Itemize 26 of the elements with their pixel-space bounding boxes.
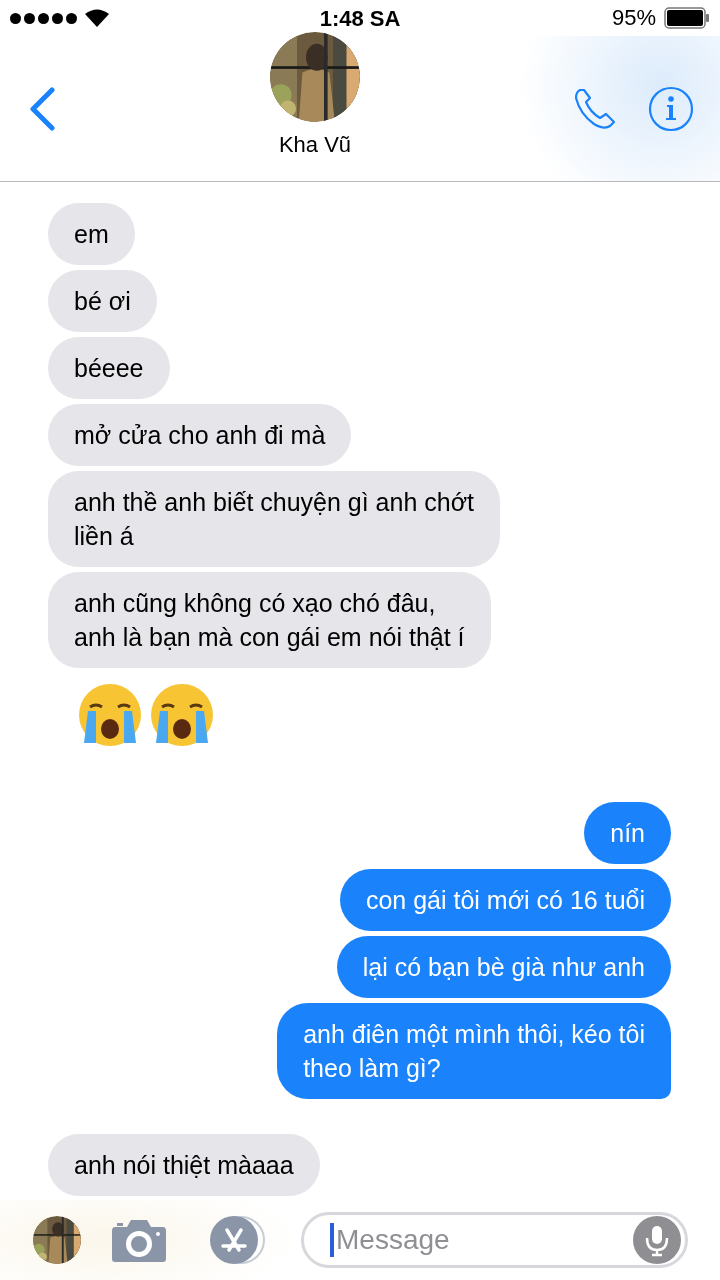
message-bubble: anh thề anh biết chuyện gì anh chớt liền á xyxy=(48,471,501,567)
message-bubble: con gái tôi mới có 16 tuổi xyxy=(339,869,671,931)
message-bubble: bé ơi xyxy=(48,270,157,332)
message-bubble: béeee xyxy=(48,337,170,399)
message-input[interactable]: Message xyxy=(334,1224,633,1256)
microphone-icon[interactable] xyxy=(633,1216,681,1264)
crying-face-icon xyxy=(148,681,216,749)
crying-face-icon xyxy=(76,681,144,749)
clock-time: 1:48 SA xyxy=(319,6,401,31)
message-bubble: mở cửa cho anh đi mà xyxy=(48,404,352,466)
wifi-icon xyxy=(85,9,109,27)
message-bubble: nín xyxy=(584,802,671,864)
message-field[interactable]: Message xyxy=(301,1212,688,1268)
battery-percent: 95% xyxy=(611,5,656,31)
battery-icon xyxy=(664,7,710,29)
text-cursor xyxy=(330,1223,334,1257)
signal-icon xyxy=(10,12,77,24)
contact-name: Kha Vũ xyxy=(278,131,352,158)
message-bubble: lại có bạn bè già như anh xyxy=(336,936,671,998)
camera-button[interactable] xyxy=(111,1217,167,1263)
back-button[interactable] xyxy=(28,86,58,131)
info-button[interactable] xyxy=(648,85,694,132)
message-bubble: anh điên một mình thôi, kéo tôi theo làm gì? xyxy=(277,1003,671,1099)
message-bubble: anh cũng không có xạo chó đâu, anh là bạn mà con gái em nói thật í xyxy=(48,572,491,668)
message-bubble: em xyxy=(48,203,135,265)
message-bubble: anh nói thiệt màaaa xyxy=(48,1134,320,1196)
